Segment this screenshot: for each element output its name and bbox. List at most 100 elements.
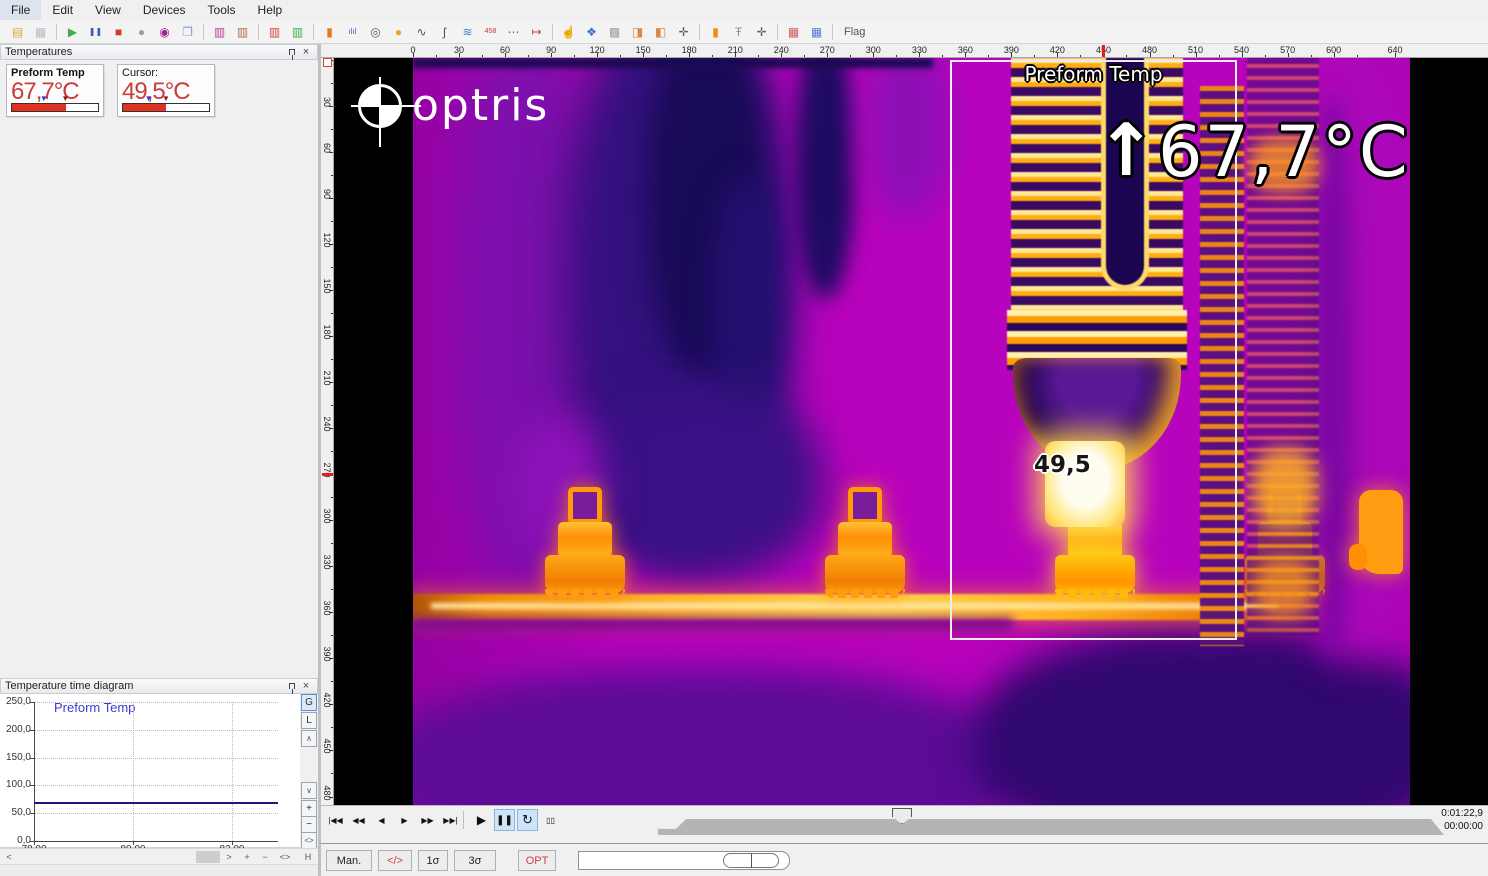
global-scale-button[interactable]: G (301, 694, 317, 711)
menu-tools[interactable]: Tools (197, 0, 247, 20)
zoom-in-x-button[interactable]: + (240, 850, 254, 864)
settings-tools-icon[interactable]: ✛ (673, 22, 694, 42)
high-alarm-marker-icon[interactable]: ▼ (162, 95, 170, 103)
ruler-tick-label: 480 (1140, 45, 1160, 55)
menu-devices[interactable]: Devices (132, 0, 197, 20)
optris-logo-icon (358, 84, 402, 128)
1--button[interactable]: 1σ (418, 850, 448, 871)
vertical-ruler: 0306090120150180210240270300330360390420… (321, 58, 334, 805)
close-icon[interactable]: × (299, 46, 313, 59)
video-camera-icon[interactable]: ◎ (365, 22, 386, 42)
save-image-icon[interactable]: ▥ (209, 22, 230, 42)
ruler-units-icon[interactable] (323, 58, 332, 67)
palette-select-icon[interactable]: ▮ (319, 22, 340, 42)
pin-icon[interactable] (285, 680, 299, 693)
temperature-bar-icon[interactable]: ▮ (705, 22, 726, 42)
export-data-green-icon[interactable]: ▥ (287, 22, 308, 42)
optris-logo: optris (358, 84, 549, 128)
jump-first-button[interactable]: |◀◀ (325, 809, 346, 831)
fast-forward-button[interactable]: ▶▶ (417, 809, 438, 831)
loop-button[interactable]: ↻ (517, 809, 538, 831)
frame-mode-button[interactable]: ▯▯ (540, 809, 561, 831)
toolbar-separator (203, 24, 204, 40)
open-file-icon[interactable]: ▤ (7, 22, 28, 42)
opt-button[interactable]: OPT (518, 850, 556, 871)
palette-range-track[interactable] (578, 851, 790, 870)
palette-marker-down-icon[interactable]: ◧ (650, 22, 671, 42)
play-icon[interactable]: ▶ (62, 22, 83, 42)
playback-bar: 0:01:22,9 00:00:00 |◀◀◀◀◀▶▶▶▶▶|▶❚❚↻▯▯ (321, 805, 1488, 843)
flag-button[interactable]: Flag (838, 22, 871, 42)
area-select-icon[interactable]: ▩ (604, 22, 625, 42)
export-image-icon[interactable]: ▥ (232, 22, 253, 42)
ruler-tick-label: 510 (1186, 45, 1206, 55)
menu-file[interactable]: File (0, 0, 41, 20)
profile-line-icon[interactable]: ∿ (411, 22, 432, 42)
seek-track[interactable] (658, 819, 1444, 835)
measure-dashes-icon[interactable]: ⋯ (503, 22, 524, 42)
play-button[interactable]: ▶ (471, 809, 492, 831)
save-file-icon[interactable]: ▦ (30, 22, 51, 42)
step-back-button[interactable]: ◀ (371, 809, 392, 831)
low-alarm-marker-icon[interactable]: ▼ (145, 95, 153, 103)
menu-help[interactable]: Help (247, 0, 294, 20)
record-avi-icon[interactable]: ▦ (783, 22, 804, 42)
jump-last-button[interactable]: ▶▶| (440, 809, 461, 831)
hscroll-thumb[interactable] (196, 851, 220, 863)
3--button[interactable]: 3σ (454, 850, 496, 871)
ruler-tick-label: 600 (1324, 45, 1344, 55)
histogram-icon[interactable]: ılıl (342, 22, 363, 42)
ruler-tick-label: 60 (495, 45, 515, 55)
device-tools-icon[interactable]: ✛ (751, 22, 772, 42)
step-forward-button[interactable]: ▶ (394, 809, 415, 831)
scroll-right-button[interactable]: > (222, 850, 236, 864)
pin-icon[interactable] (285, 46, 299, 59)
snapshot-camera-icon[interactable]: ◉ (154, 22, 175, 42)
palette-marker-up-icon[interactable]: ◨ (627, 22, 648, 42)
rewind-button[interactable]: ◀◀ (348, 809, 369, 831)
ruler-tick-label: 30 (322, 92, 332, 112)
diagram-panel: Temperature time diagram × Preform Temp … (0, 678, 318, 876)
bolt-fixture (825, 487, 905, 597)
zoom-out-x-button[interactable]: − (258, 850, 272, 864)
toolbar-separator (777, 24, 778, 40)
local-scale-button[interactable]: L (301, 712, 317, 729)
record-ravi-icon[interactable]: ▦ (806, 22, 827, 42)
thermal-image-viewport[interactable]: optris Preform Temp ↑ 67,7°C 49,5 (334, 58, 1488, 805)
menu-edit[interactable]: Edit (41, 0, 84, 20)
hot-spot-icon[interactable]: ● (388, 22, 409, 42)
temperature-card: Cursor:49,5°C▼▼ (117, 64, 215, 117)
close-icon[interactable]: × (299, 680, 313, 693)
ruler-tick-label: 300 (322, 506, 332, 526)
pause-button[interactable]: ❚❚ (494, 809, 515, 831)
export-data-red-icon[interactable]: ▥ (264, 22, 285, 42)
high-alarm-marker-icon[interactable]: ▼ (61, 95, 69, 103)
zoom-out-y-button[interactable]: − (301, 816, 317, 833)
man--button[interactable]: Man. (326, 850, 372, 871)
--button[interactable]: </> (378, 850, 412, 871)
scroll-left-button[interactable]: < (2, 850, 16, 864)
low-alarm-marker-icon[interactable]: ▼ (40, 95, 48, 103)
zoom-in-y-button[interactable]: + (301, 800, 317, 817)
measure-scale-icon[interactable]: ↦ (526, 22, 547, 42)
full-screen-icon[interactable]: ❖ (581, 22, 602, 42)
range-x-button[interactable]: <> (276, 850, 294, 864)
temperature-scale-icon[interactable]: Ŧ (728, 22, 749, 42)
hand-cursor-icon[interactable]: ☝ (558, 22, 579, 42)
optris-logo-text: optris (412, 84, 549, 128)
range-y-button[interactable]: <> (301, 832, 317, 849)
scroll-down-button[interactable]: ∨ (301, 782, 317, 799)
pause-icon[interactable]: ❚❚ (85, 22, 106, 42)
temperature-range-bar: ▼▼ (11, 103, 99, 112)
chart-lines-icon[interactable]: ≋ (457, 22, 478, 42)
record-icon[interactable]: ● (131, 22, 152, 42)
ruler-tick-label: 90 (541, 45, 561, 55)
menu-view[interactable]: View (84, 0, 132, 20)
scroll-up-button[interactable]: ∧ (301, 730, 317, 747)
digital-display-icon[interactable]: 458 (480, 22, 501, 42)
copy-icon[interactable]: ❐ (177, 22, 198, 42)
step-function-icon[interactable]: ʃ (434, 22, 455, 42)
stop-icon[interactable]: ■ (108, 22, 129, 42)
home-button[interactable]: H (300, 850, 316, 864)
temperature-time-chart: Preform Temp 0,050,0100,0150,0200,0250,0… (0, 694, 300, 848)
